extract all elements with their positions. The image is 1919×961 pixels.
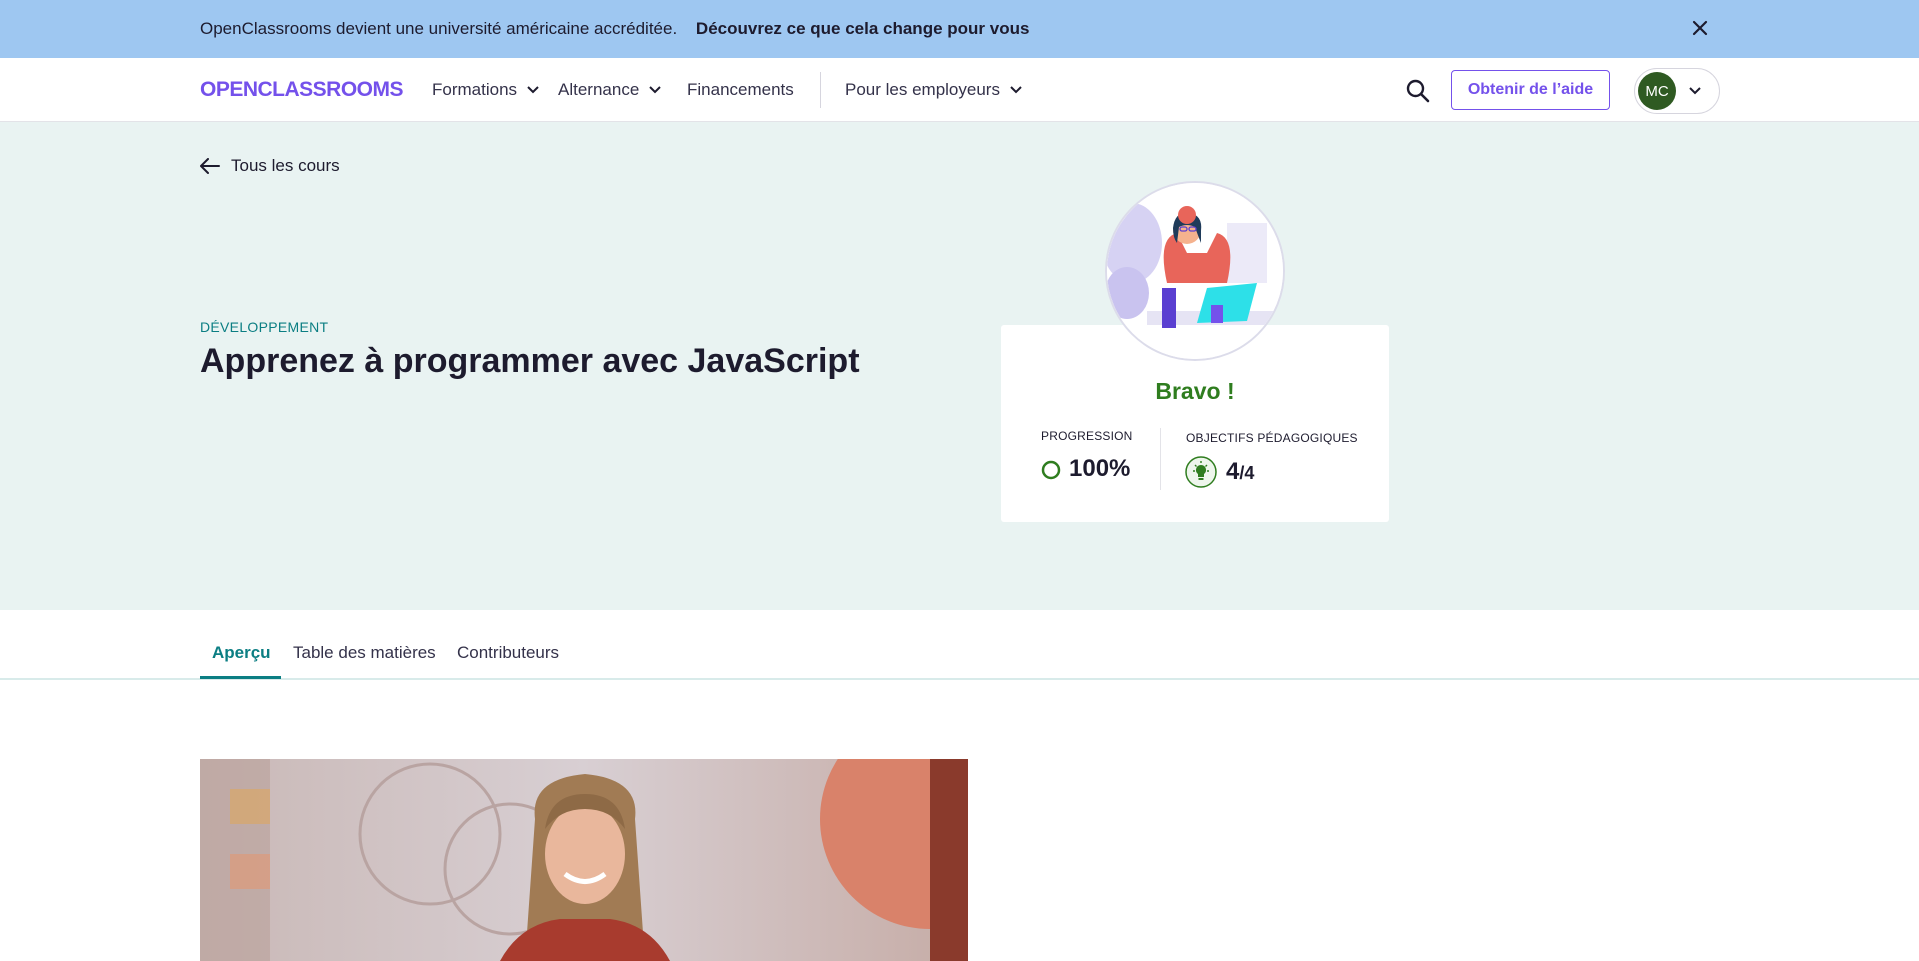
nav-financements-label: Financements [687, 80, 794, 99]
back-link-label: Tous les cours [231, 156, 340, 175]
course-hero: Tous les cours DÉVELOPPEMENT Apprenez à … [0, 122, 1919, 610]
arrow-left-icon [200, 158, 220, 174]
course-video-thumbnail[interactable] [200, 759, 968, 961]
avatar: MC [1638, 72, 1676, 110]
back-to-courses-link[interactable]: Tous les cours [200, 156, 340, 176]
banner-text: OpenClassrooms devient une université am… [200, 19, 678, 38]
nav-alternance-label: Alternance [558, 80, 640, 99]
person-relaxing-illustration [1107, 183, 1283, 359]
openclassrooms-logo[interactable]: OPENCLASSROOMS [200, 78, 404, 102]
nav-formations-label: Formations [432, 80, 518, 99]
nav-employeurs-label: Pour les employeurs [845, 80, 1000, 99]
tab-contributeurs[interactable]: Contributeurs [457, 643, 559, 663]
completion-illustration [1105, 181, 1285, 361]
chevron-down-icon [527, 86, 539, 94]
completion-message: Bravo ! [1155, 378, 1235, 404]
user-menu[interactable]: MC [1634, 68, 1720, 114]
banner-message: OpenClassrooms devient une université am… [200, 19, 1029, 39]
progress-value: 100% [1069, 455, 1131, 482]
nav-divider [820, 72, 821, 108]
tab-table-des-matieres[interactable]: Table des matières [293, 643, 436, 663]
tab-apercu[interactable]: Aperçu [212, 643, 271, 663]
progress-ring-icon [1041, 460, 1061, 480]
active-tab-indicator [200, 676, 281, 679]
course-tabs: Aperçu Table des matières Contributeurs [0, 610, 1919, 680]
announcement-banner: OpenClassrooms devient une université am… [0, 0, 1919, 58]
objectives-value: 4/4 [1226, 458, 1254, 486]
objectives-label: OBJECTIFS PÉDAGOGIQUES [1186, 431, 1358, 445]
get-help-button[interactable]: Obtenir de l’aide [1451, 70, 1610, 110]
nav-formations[interactable]: Formations [432, 80, 539, 100]
progress-label: PROGRESSION [1041, 429, 1133, 443]
top-navigation: OPENCLASSROOMS Formations Alternance Fin… [0, 58, 1919, 122]
lightbulb-icon [1185, 456, 1217, 488]
course-category: DÉVELOPPEMENT [200, 319, 329, 335]
banner-link[interactable]: Découvrez ce que cela change pour vous [696, 19, 1030, 38]
chevron-down-icon [1689, 87, 1701, 95]
nav-employeurs[interactable]: Pour les employeurs [845, 80, 1022, 100]
chevron-down-icon [1010, 86, 1022, 94]
close-icon[interactable] [1688, 16, 1712, 40]
search-icon[interactable] [1405, 78, 1431, 104]
objectives-done: 4 [1226, 458, 1240, 485]
stat-divider [1160, 428, 1161, 490]
objectives-total: /4 [1239, 463, 1255, 483]
instructor-photo [200, 759, 968, 961]
course-title: Apprenez à programmer avec JavaScript [200, 342, 860, 380]
chevron-down-icon [649, 86, 661, 94]
nav-financements[interactable]: Financements [687, 80, 794, 100]
nav-alternance[interactable]: Alternance [558, 80, 661, 100]
